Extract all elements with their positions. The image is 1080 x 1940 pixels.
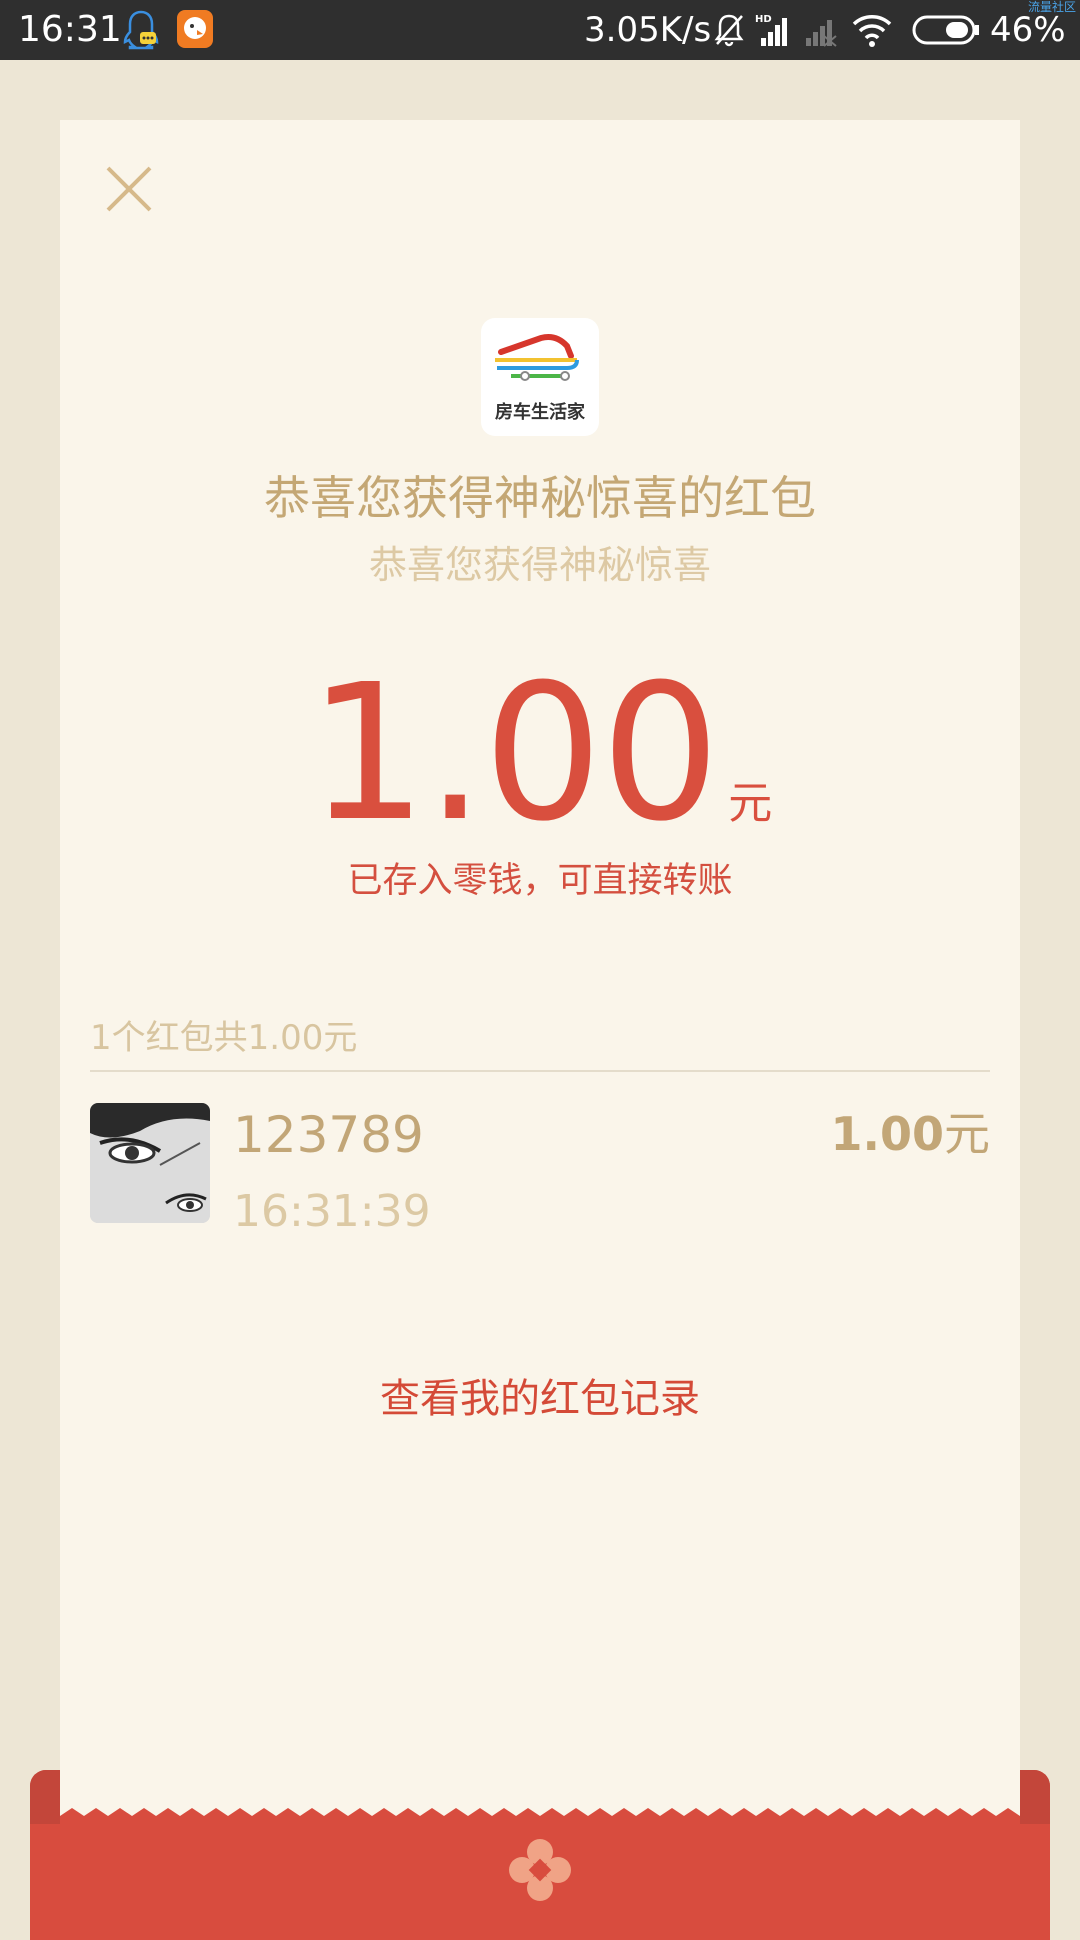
- record-amount-unit: 元: [944, 1107, 990, 1161]
- amount-unit: 元: [728, 778, 773, 829]
- app-icon: [177, 10, 213, 48]
- rv-logo-icon: [495, 334, 579, 381]
- network-speed: 3.05K/s: [584, 10, 712, 50]
- sender-logo: 房车生活家: [481, 318, 599, 436]
- logo-text: 房车生活家: [495, 402, 585, 423]
- record-amount: 1.00元: [831, 1098, 991, 1164]
- svg-text:HD: HD: [755, 14, 772, 25]
- deposit-note: 已存入零钱，可直接转账: [347, 861, 733, 901]
- amount-value: 1.00: [307, 644, 721, 863]
- red-packet-subtitle: 恭喜您获得神秘惊喜: [368, 543, 711, 587]
- battery-icon: [912, 15, 979, 45]
- packet-summary: 1个红包共1.00元: [90, 1018, 358, 1058]
- status-time: 16:31: [18, 9, 122, 50]
- envelope-left-edge: [30, 1770, 60, 1824]
- status-bar: 16:31 3.05K/s HD 46% 流量社区: [0, 0, 1080, 60]
- close-icon[interactable]: [104, 164, 154, 214]
- bell-off-icon: [714, 14, 744, 47]
- amount-display: 1.00 元: [0, 656, 1080, 852]
- view-history-link[interactable]: 查看我的红包记录: [0, 1366, 1080, 1424]
- wifi-icon: [852, 15, 892, 47]
- record-time: 16:31:39: [233, 1186, 431, 1237]
- signal-hd-icon: HD: [755, 14, 787, 46]
- qq-icon: [123, 10, 159, 50]
- record-username: 123789: [233, 1106, 424, 1164]
- battery-percentage: 46%: [990, 10, 1066, 50]
- flower-icon: [509, 1839, 571, 1901]
- avatar[interactable]: [90, 1103, 210, 1223]
- zigzag-edge: [60, 1808, 1020, 1830]
- divider: [90, 1070, 990, 1072]
- signal-off-icon: [806, 20, 837, 47]
- corner-watermark: 流量社区: [1027, 0, 1076, 14]
- record-amount-value: 1.00: [830, 1107, 945, 1161]
- envelope-right-edge: [1020, 1770, 1050, 1824]
- red-packet-title: 恭喜您获得神秘惊喜的红包: [264, 471, 816, 525]
